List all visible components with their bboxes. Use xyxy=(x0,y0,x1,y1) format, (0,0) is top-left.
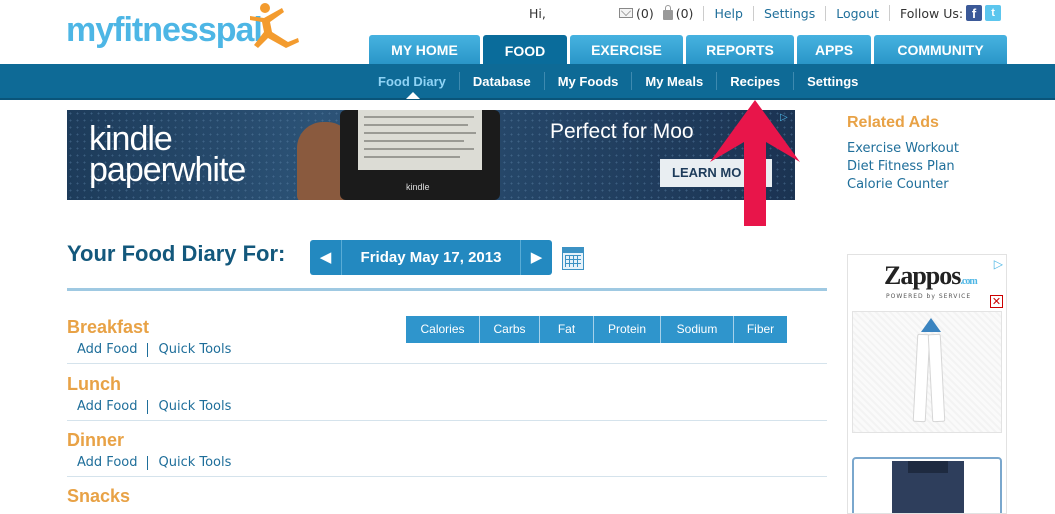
friend-request-icon xyxy=(662,4,673,20)
next-day-button[interactable]: ▶ xyxy=(520,240,552,275)
tab-my-home[interactable]: MY HOME xyxy=(369,35,480,64)
zappos-logo: Zappos.com xyxy=(884,261,978,290)
subnav-database[interactable]: Database xyxy=(460,74,544,89)
meal-dinner: Dinner Add Food Quick Tools xyxy=(67,430,827,477)
kindle-paperwhite-logo: kindle paperwhite xyxy=(89,120,246,189)
quick-tools-link[interactable]: Quick Tools xyxy=(158,455,231,470)
logout-link[interactable]: Logout xyxy=(825,5,889,21)
food-subnav: Food Diary Database My Foods My Meals Re… xyxy=(0,64,1055,100)
utility-bar: Hi, (0) (0) Help Settings Logout Follow … xyxy=(529,4,1002,22)
add-food-link[interactable]: Add Food xyxy=(77,342,137,357)
current-date: Friday May 17, 2013 xyxy=(342,240,520,275)
previous-day-button[interactable]: ◀ xyxy=(310,240,342,275)
add-food-link[interactable]: Add Food xyxy=(77,455,137,470)
scroll-up-icon[interactable] xyxy=(921,318,941,332)
twitter-icon[interactable]: t xyxy=(985,5,1002,21)
kindle-device-image: kindle xyxy=(340,110,500,200)
date-navigator: ◀ Friday May 17, 2013 ▶ xyxy=(310,240,552,275)
active-caret-icon xyxy=(406,92,420,99)
meal-snacks: Snacks xyxy=(67,486,827,507)
related-ads: Related Ads Exercise Workout Diet Fitnes… xyxy=(847,114,959,194)
facebook-icon[interactable]: f xyxy=(966,5,983,21)
meal-title: Lunch xyxy=(67,374,121,394)
meal-title: Snacks xyxy=(67,486,131,506)
quick-tools-link[interactable]: Quick Tools xyxy=(158,399,231,414)
subnav-settings[interactable]: Settings xyxy=(794,74,871,89)
subnav-food-diary[interactable]: Food Diary xyxy=(365,74,459,89)
help-link[interactable]: Help xyxy=(703,5,753,21)
related-ads-title: Related Ads xyxy=(847,114,939,131)
settings-link[interactable]: Settings xyxy=(752,5,825,21)
follow-label: Follow Us: xyxy=(900,5,964,21)
kindle-banner-ad[interactable]: kindle paperwhite kindle Perfect for Moo… xyxy=(67,110,795,200)
meal-lunch: Lunch Add Food Quick Tools xyxy=(67,374,827,421)
banner-headline: Perfect for Moo xyxy=(550,120,694,143)
greeting: Hi, xyxy=(529,5,546,21)
tab-reports[interactable]: REPORTS xyxy=(686,35,794,64)
product-image[interactable] xyxy=(852,311,1002,433)
related-ad-link[interactable]: Exercise Workout xyxy=(847,140,959,158)
add-food-link[interactable]: Add Food xyxy=(77,399,137,414)
meal-breakfast: Breakfast Add Food Quick Tools xyxy=(67,317,827,364)
mail-count: (0) xyxy=(636,5,654,21)
red-arrow-icon xyxy=(710,100,800,226)
tab-community[interactable]: COMMUNITY xyxy=(874,35,1007,64)
adchoices-icon[interactable]: ▷ xyxy=(994,257,1003,271)
tab-food[interactable]: FOOD xyxy=(483,35,567,64)
related-ad-link[interactable]: Calorie Counter xyxy=(847,176,959,194)
follow-us: Follow Us: f t xyxy=(889,5,1002,21)
tab-exercise[interactable]: EXERCISE xyxy=(570,35,683,64)
meal-title: Breakfast xyxy=(67,317,150,337)
quick-tools-link[interactable]: Quick Tools xyxy=(158,342,231,357)
tab-apps[interactable]: APPS xyxy=(797,35,871,64)
divider xyxy=(67,288,827,291)
close-icon[interactable]: ✕ xyxy=(990,295,1003,308)
running-figure-icon xyxy=(250,3,299,48)
mail-icon xyxy=(619,8,633,18)
zappos-side-ad[interactable]: Zappos.com POWERED by SERVICE ▷ ✕ xyxy=(847,254,1007,514)
myfitnesspal-logo[interactable]: myfitnesspal xyxy=(66,3,299,52)
zappos-tagline: POWERED by SERVICE xyxy=(886,293,972,300)
product-image[interactable] xyxy=(852,457,1002,513)
page-title: Your Food Diary For: xyxy=(67,241,286,266)
logo-text: myfitnesspal xyxy=(66,11,263,49)
calendar-icon[interactable] xyxy=(562,247,584,270)
main-nav-tabs: MY HOME FOOD EXERCISE REPORTS APPS COMMU… xyxy=(369,35,1007,64)
subnav-recipes[interactable]: Recipes xyxy=(717,74,793,89)
subnav-my-foods[interactable]: My Foods xyxy=(545,74,632,89)
related-ad-link[interactable]: Diet Fitness Plan xyxy=(847,158,959,176)
subnav-my-meals[interactable]: My Meals xyxy=(632,74,716,89)
notification-counts[interactable]: (0) (0) xyxy=(619,4,703,21)
meal-title: Dinner xyxy=(67,430,125,450)
friend-count: (0) xyxy=(675,5,694,21)
